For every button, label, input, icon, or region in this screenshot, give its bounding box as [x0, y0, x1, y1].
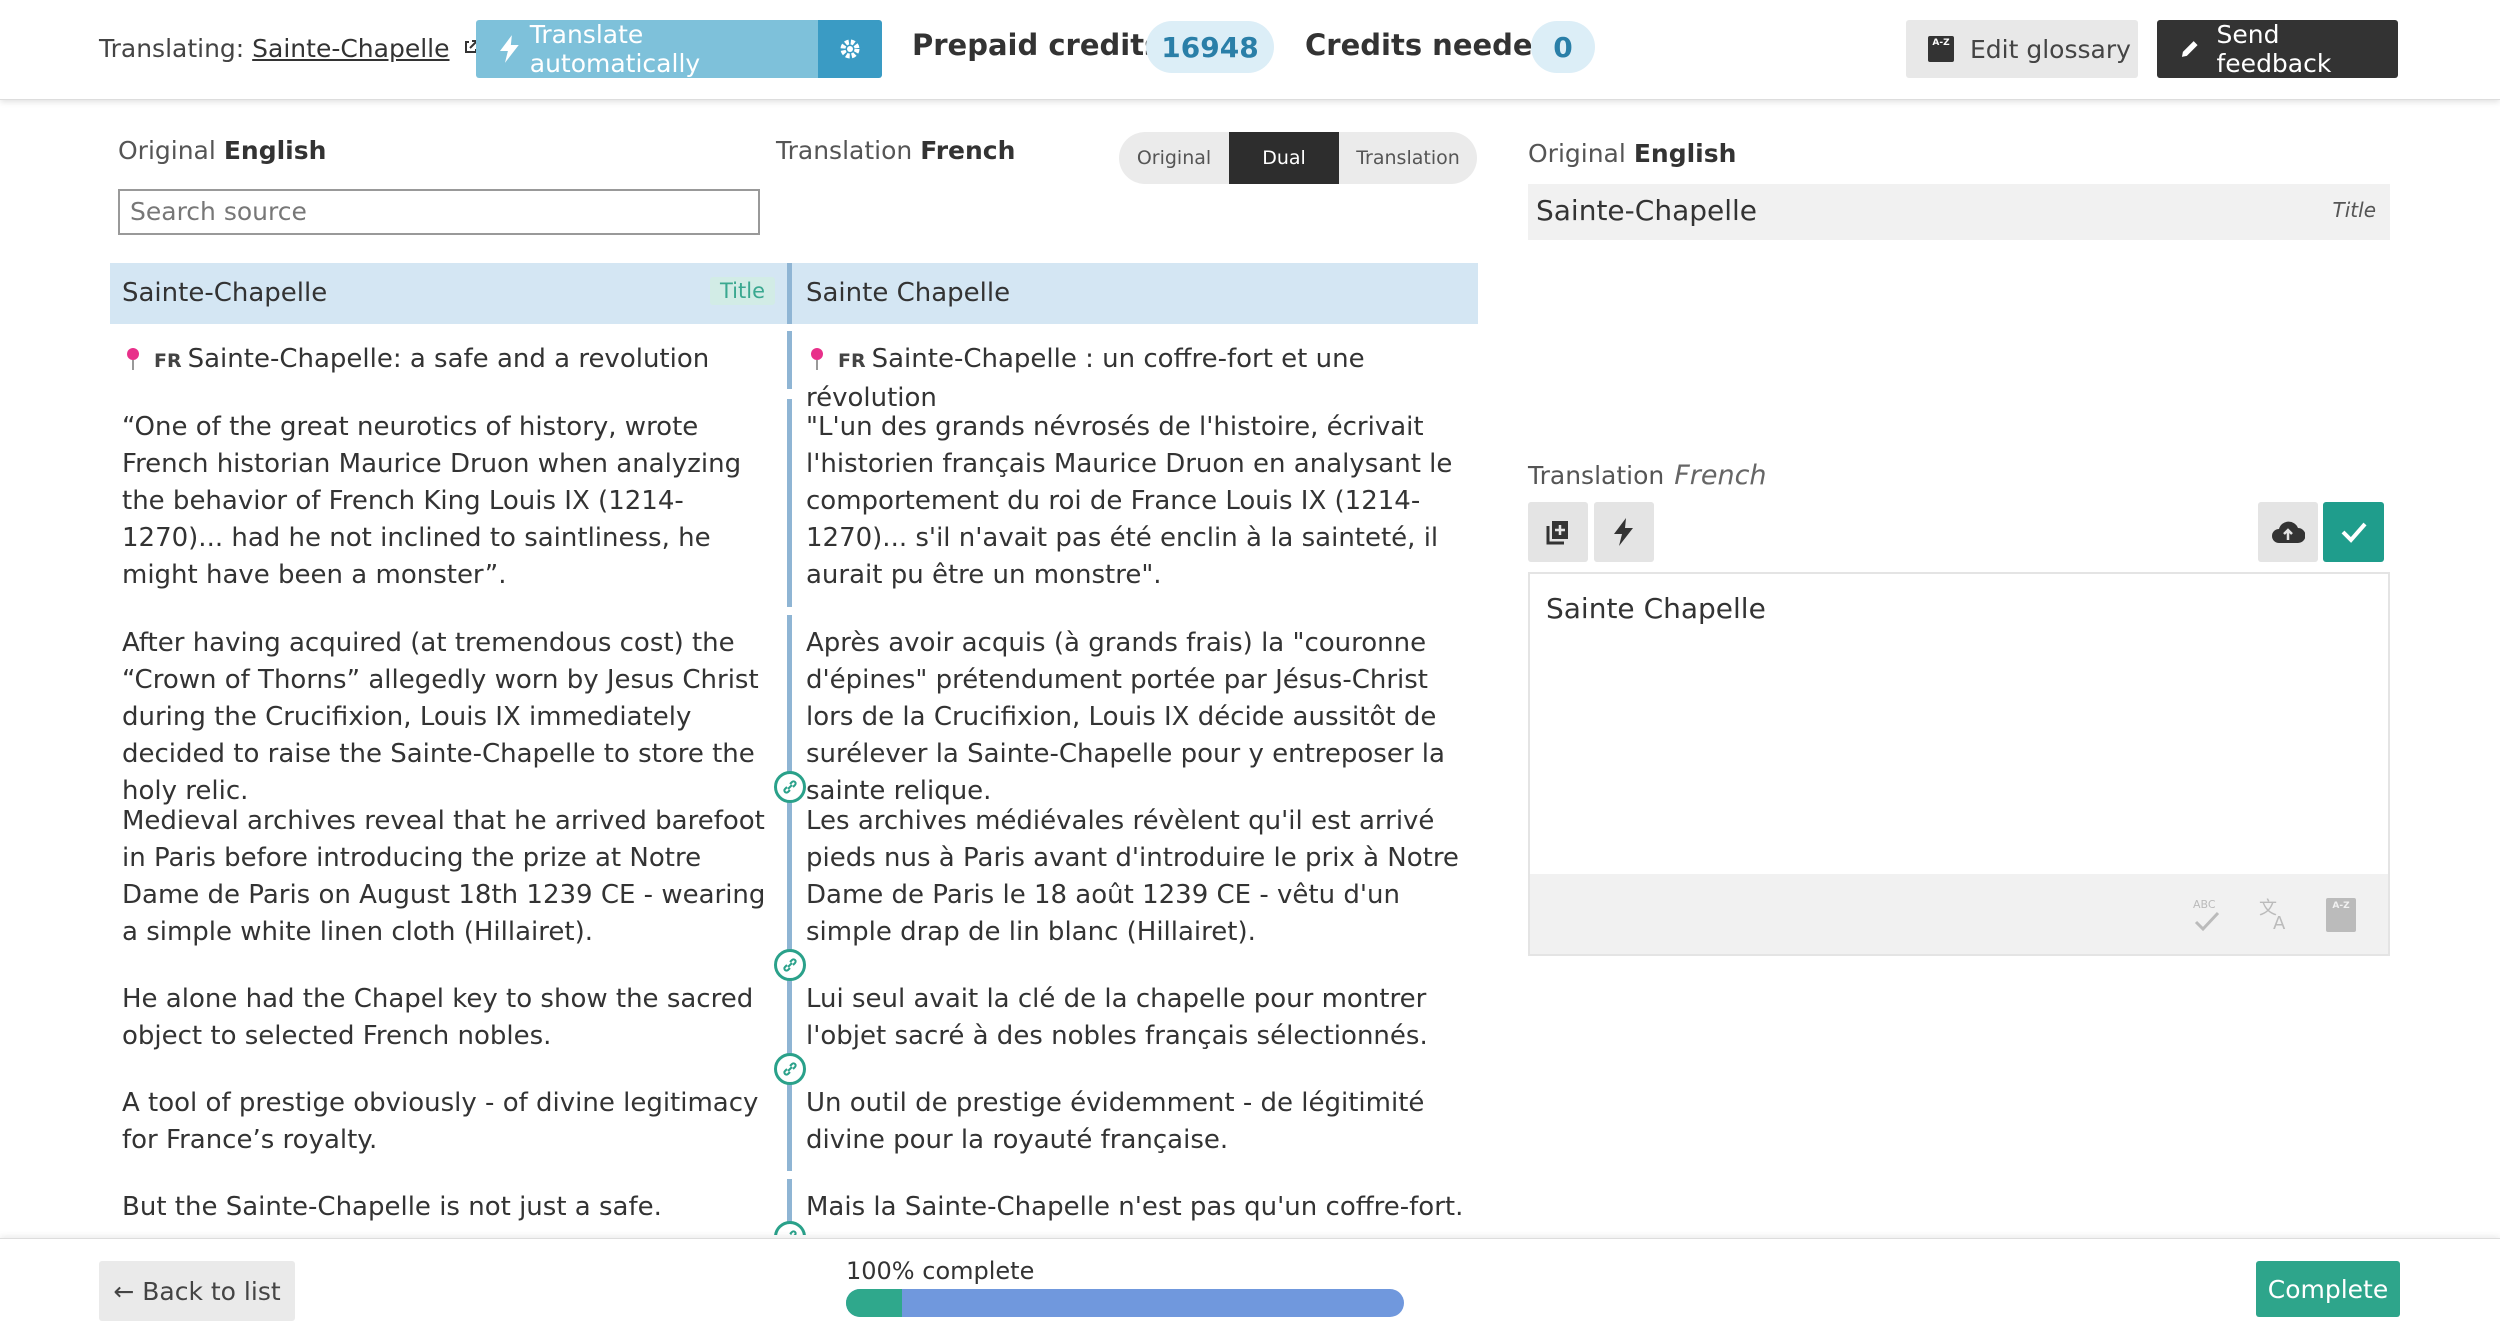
segment-source: A tool of prestige obviously - of divine… [122, 1088, 759, 1155]
row-divider [787, 331, 792, 389]
segment-target: Un outil de prestige évidemment - de lég… [806, 1088, 1425, 1155]
translating-label: Translating: [99, 34, 245, 63]
gear-icon [840, 39, 860, 59]
panel-original-tag: Title [2332, 198, 2376, 222]
confirm-translation-button[interactable] [2323, 502, 2384, 562]
view-mode-dual[interactable]: Dual [1229, 132, 1339, 184]
translation-column-header: Translation French [776, 136, 1015, 165]
cloud-upload-icon [2272, 521, 2305, 543]
top-bar: Translating: Sainte-Chapelle Translate a… [0, 0, 2500, 100]
pin-icon [127, 348, 139, 370]
segment-source: Medieval archives reveal that he arrived… [122, 806, 766, 947]
row-divider [787, 263, 792, 324]
document-title-link[interactable]: Sainte-Chapelle [252, 34, 449, 63]
search-source-input[interactable]: Search source [118, 189, 760, 235]
edit-glossary-label: Edit glossary [1970, 34, 2131, 64]
translation-language: French [920, 136, 1016, 165]
row-divider [787, 793, 792, 965]
segment-target: Lui seul avait la clé de la chapelle pou… [806, 984, 1428, 1051]
panel-translation-language: French [1674, 460, 1767, 491]
copy-source-button[interactable] [1528, 502, 1588, 562]
segment-row[interactable]: After having acquired (at tremendous cos… [110, 615, 1478, 806]
title-badge: Title [710, 277, 776, 305]
bottom-bar: ← Back to list 100% complete Complete [0, 1238, 2500, 1340]
segment-source: He alone had the Chapel key to show the … [122, 984, 754, 1051]
edit-glossary-button[interactable]: A-Z Edit glossary [1906, 20, 2138, 78]
join-segments-link-icon[interactable] [774, 1053, 806, 1085]
copy-icon [1546, 521, 1568, 545]
segment-source: But the Sainte-Chapelle is not just a sa… [122, 1192, 662, 1222]
row-divider [787, 615, 792, 787]
editor-toolbar: ABC 文A A-Z [1530, 874, 2388, 954]
glossary-icon[interactable]: A-Z [2326, 898, 2356, 932]
segment-row[interactable]: Sainte-Chapelle Title Sainte Chapelle [110, 263, 1478, 324]
panel-original-label: Original [1528, 139, 1626, 168]
complete-button[interactable]: Complete [2256, 1261, 2400, 1317]
language-tag: FR [154, 350, 182, 372]
translate-icon[interactable]: 文A [2258, 896, 2294, 932]
translation-label: Translation [776, 136, 913, 165]
send-feedback-button[interactable]: Send feedback [2157, 20, 2398, 78]
join-segments-link-icon[interactable] [774, 771, 806, 803]
segment-row[interactable]: “One of the great neurotics of history, … [110, 399, 1478, 607]
translating-info: Translating: Sainte-Chapelle [99, 34, 479, 63]
lightning-icon [500, 35, 519, 63]
spellcheck-icon[interactable]: ABC [2190, 896, 2224, 936]
segment-source: After having acquired (at tremendous cos… [122, 628, 759, 806]
segment-row[interactable]: FR Sainte-Chapelle: a safe and a revoluti… [110, 331, 1478, 413]
credits-needed-value: 0 [1531, 21, 1595, 73]
view-mode-original[interactable]: Original [1119, 132, 1229, 184]
segment-row[interactable]: A tool of prestige obviously - of divine… [110, 1075, 1478, 1171]
segment-source: Sainte-Chapelle: a safe and a revolution [187, 344, 710, 374]
segment-source: “One of the great neurotics of history, … [122, 412, 742, 590]
svg-text:ABC: ABC [2193, 898, 2216, 911]
translation-editor-text[interactable]: Sainte Chapelle [1546, 592, 1766, 625]
machine-translate-button[interactable] [1594, 502, 1654, 562]
progress-label: 100% complete [846, 1257, 1035, 1285]
progress-bar [846, 1289, 1404, 1317]
panel-original-text: Sainte-Chapelle [1536, 194, 1758, 227]
credits-needed-label: Credits needed [1305, 28, 1554, 62]
back-to-list-button[interactable]: ← Back to list [99, 1261, 295, 1321]
pencil-icon [2181, 41, 2198, 57]
view-mode-translation[interactable]: Translation [1339, 132, 1477, 184]
segment-row[interactable]: Medieval archives reveal that he arrived… [110, 793, 1478, 965]
editor-page: Translating: Sainte-Chapelle Translate a… [0, 0, 2500, 1340]
translate-settings-button[interactable] [818, 20, 882, 78]
panel-original-text-box: Sainte-Chapelle Title [1528, 184, 2390, 240]
translate-automatically-label: Translate automatically [529, 20, 701, 78]
lightning-icon [1614, 518, 1633, 546]
translate-automatically-button[interactable]: Translate automatically [476, 20, 818, 78]
checkmark-icon [2341, 522, 2367, 543]
segment-target: "L'un des grands névrosés de l'histoire,… [806, 412, 1453, 590]
segment-target: Les archives médiévales révèlent qu'il e… [806, 806, 1459, 947]
segment-target: Après avoir acquis (à grands frais) la "… [806, 628, 1445, 806]
panel-translation-header: Translation French [1528, 460, 1767, 491]
pin-icon [811, 348, 823, 370]
progress-bar-segment [846, 1289, 902, 1317]
panel-original-language: English [1633, 139, 1737, 168]
original-language: English [223, 136, 327, 165]
join-segments-link-icon[interactable] [774, 949, 806, 981]
view-mode-toggle: Original Dual Translation [1119, 132, 1477, 184]
segment-source-cell: FR Sainte-Chapelle: a safe and a revoluti… [122, 341, 784, 380]
panel-original-header: Original English [1528, 139, 1736, 168]
panel-translation-label: Translation [1528, 461, 1665, 490]
segment-source: Sainte-Chapelle [122, 278, 328, 308]
language-tag: FR [838, 350, 866, 372]
send-feedback-label: Send feedback [2216, 20, 2332, 78]
upload-button[interactable] [2258, 502, 2318, 562]
original-label: Original [118, 136, 216, 165]
translation-editor[interactable]: Sainte Chapelle ABC 文A A-Z [1528, 572, 2390, 956]
row-divider [787, 1075, 792, 1171]
svg-text:A: A [2273, 913, 2286, 932]
prepaid-credits-value: 16948 [1146, 21, 1274, 73]
prepaid-credits-label: Prepaid credits: [912, 28, 1173, 62]
segment-target: Mais la Sainte-Chapelle n'est pas qu'un … [806, 1192, 1464, 1222]
original-column-header: Original English [118, 136, 326, 165]
segment-list: Sainte-Chapelle Title Sainte Chapelle FR… [110, 263, 1478, 1235]
segment-target: Sainte Chapelle [806, 278, 1011, 308]
row-divider [787, 399, 792, 607]
glossary-icon: A-Z [1928, 36, 1954, 62]
